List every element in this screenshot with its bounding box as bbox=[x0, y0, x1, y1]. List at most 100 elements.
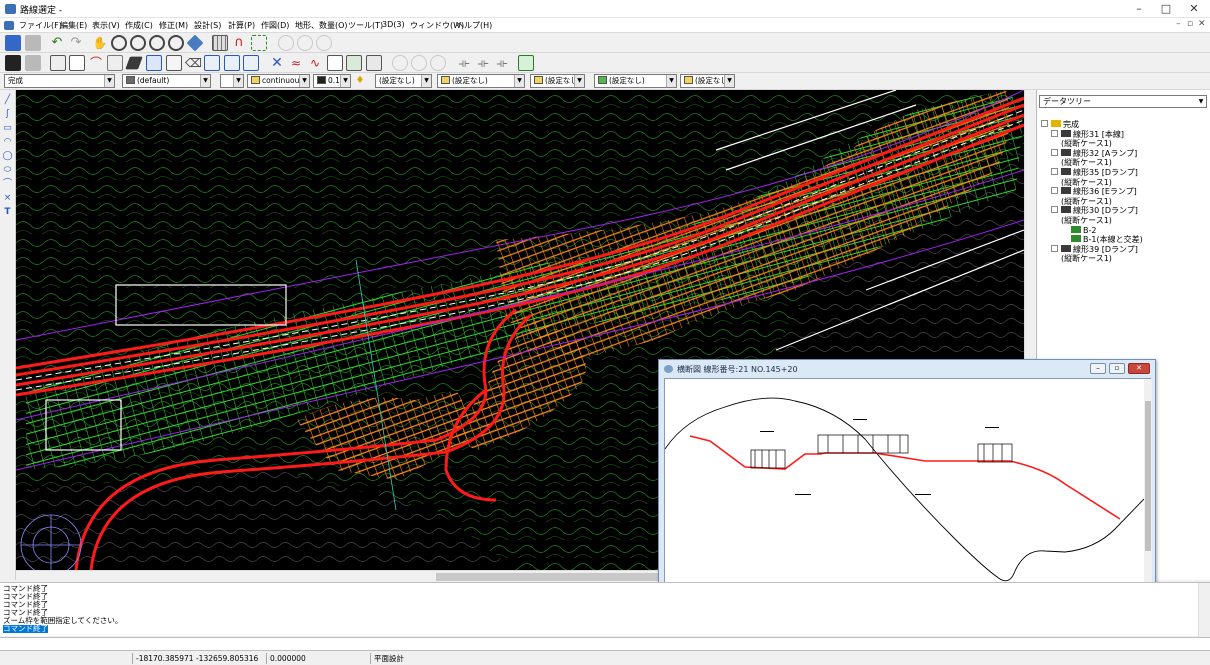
select-window-icon[interactable] bbox=[251, 35, 267, 51]
map-icon[interactable] bbox=[346, 55, 362, 71]
tree-node[interactable]: 線形30 [Dランプ] bbox=[1051, 206, 1138, 216]
collapse-icon[interactable] bbox=[1051, 206, 1058, 214]
tree-node[interactable]: (縦断ケース1) bbox=[1061, 216, 1112, 226]
expand-icon[interactable] bbox=[1051, 244, 1058, 252]
point-tool-icon[interactable]: × bbox=[2, 193, 13, 204]
cross-section-vscroll-thumb[interactable] bbox=[1145, 401, 1151, 551]
tree-node[interactable]: (縦断ケース1) bbox=[1061, 139, 1112, 149]
table-icon[interactable] bbox=[69, 55, 85, 71]
panel-mode-select[interactable]: データツリー ▼ bbox=[1039, 95, 1207, 108]
setting-5-select[interactable]: (設定なし) ▼ bbox=[680, 74, 735, 88]
mdi-doc-icon[interactable] bbox=[4, 21, 14, 30]
frame-icon[interactable] bbox=[327, 55, 343, 71]
tree-node[interactable]: 線形36 [Eランプ] bbox=[1051, 187, 1137, 197]
expand-icon[interactable] bbox=[1051, 187, 1058, 195]
menu-3d[interactable]: 3D(3) bbox=[382, 20, 405, 29]
command-input[interactable] bbox=[0, 637, 1210, 651]
tree-node[interactable]: (縦断ケース1) bbox=[1061, 254, 1112, 264]
mdi-close-button[interactable]: ✕ bbox=[1198, 19, 1206, 29]
window-1-icon[interactable] bbox=[146, 55, 162, 71]
tree-node[interactable]: B-1(本線と交差) bbox=[1071, 235, 1143, 245]
plan-hscroll-thumb[interactable] bbox=[436, 573, 676, 581]
menu-terrain[interactable]: 地形、数量(O) bbox=[295, 20, 348, 31]
cross-section-restore-button[interactable]: ▫ bbox=[1109, 363, 1125, 374]
zoom-out-icon[interactable] bbox=[130, 35, 146, 51]
curve-tool-icon[interactable]: ⌒ bbox=[2, 179, 13, 190]
tree-node[interactable]: 線形35 [Dランプ] bbox=[1051, 168, 1138, 178]
window-2-icon[interactable] bbox=[204, 55, 220, 71]
setting-3-select[interactable]: (設定なし) ▼ bbox=[530, 74, 585, 88]
menu-tools[interactable]: ツール(T) bbox=[348, 20, 383, 31]
zoom-in-icon[interactable] bbox=[111, 35, 127, 51]
style-select[interactable]: (default) ▼ bbox=[122, 74, 211, 88]
menu-help[interactable]: ヘルプ(H) bbox=[456, 20, 492, 31]
tree-node[interactable]: 完成 bbox=[1041, 120, 1079, 130]
tool-b-icon[interactable]: ⟛ bbox=[475, 55, 491, 71]
curve-icon[interactable]: ⌒ bbox=[88, 55, 104, 71]
arc-tool-icon[interactable]: ◠ bbox=[2, 137, 13, 148]
minimize-button[interactable]: – bbox=[1125, 0, 1153, 18]
spline-icon[interactable]: ∿ bbox=[307, 55, 323, 71]
menu-calc[interactable]: 計算(P) bbox=[228, 20, 255, 31]
setting-4-select[interactable]: (設定なし) ▼ bbox=[594, 74, 677, 88]
tool-a-icon[interactable]: ⟛ bbox=[456, 55, 472, 71]
menu-design[interactable]: 設計(S) bbox=[194, 20, 221, 31]
terrain-icon[interactable] bbox=[518, 55, 534, 71]
close-button[interactable]: ✕ bbox=[1180, 0, 1208, 18]
print-icon[interactable] bbox=[25, 35, 41, 51]
cross-section-minimize-button[interactable]: – bbox=[1090, 363, 1106, 374]
rotate-view-icon[interactable] bbox=[186, 34, 204, 52]
setting-1-select[interactable]: (設定なし) ▼ bbox=[375, 74, 432, 88]
window-3-icon[interactable] bbox=[224, 55, 240, 71]
command-history-scrollbar[interactable] bbox=[1198, 583, 1210, 637]
layer-select[interactable]: 完成 ▼ bbox=[4, 74, 115, 88]
zoom-all-icon[interactable] bbox=[168, 35, 184, 51]
menu-draw[interactable]: 作図(D) bbox=[261, 20, 289, 31]
polyline-tool-icon[interactable]: ʃ bbox=[2, 109, 13, 120]
ellipse-tool-icon[interactable]: ⬭ bbox=[2, 165, 13, 176]
expand-icon[interactable] bbox=[1051, 168, 1058, 175]
window-4-icon[interactable] bbox=[243, 55, 259, 71]
eraser-icon[interactable]: ⌫ bbox=[185, 55, 202, 71]
mdi-minimize-button[interactable]: – bbox=[1176, 19, 1181, 29]
menu-modify[interactable]: 修正(M) bbox=[159, 20, 188, 31]
tree-node[interactable]: (縦断ケース1) bbox=[1061, 158, 1112, 168]
color-select[interactable]: ▼ bbox=[220, 74, 244, 88]
sheet-icon[interactable] bbox=[166, 55, 182, 71]
lineweight-select[interactable]: 0.13 ▼ bbox=[313, 74, 351, 88]
snap-magnet-icon[interactable]: ∩ bbox=[231, 35, 247, 51]
pan-icon[interactable]: ✋ bbox=[92, 35, 108, 51]
expand-icon[interactable] bbox=[1051, 129, 1058, 137]
block-icon[interactable] bbox=[25, 55, 41, 71]
cross-section-canvas[interactable] bbox=[664, 378, 1152, 591]
line-tool-icon[interactable]: ╱ bbox=[2, 95, 13, 106]
cross-section-vertical-scrollbar[interactable] bbox=[1144, 379, 1152, 591]
save-icon[interactable] bbox=[5, 35, 21, 51]
rectangle-tool-icon[interactable]: ▭ bbox=[2, 123, 13, 134]
layout-icon[interactable] bbox=[366, 55, 382, 71]
menu-file[interactable]: ファイル(F) bbox=[19, 20, 62, 31]
linetype-select[interactable]: continuous ▼ bbox=[247, 74, 310, 88]
setting-2-select[interactable]: (設定なし) ▼ bbox=[437, 74, 525, 88]
undo-icon[interactable]: ↶ bbox=[49, 35, 65, 51]
grid-icon[interactable] bbox=[212, 35, 228, 51]
circle-tool-icon[interactable]: ◯ bbox=[2, 151, 13, 162]
offset-icon[interactable]: ≈ bbox=[288, 55, 304, 71]
intersect-icon[interactable]: ✕ bbox=[269, 55, 285, 71]
menu-edit[interactable]: 編集(E) bbox=[60, 20, 87, 31]
menu-create[interactable]: 作成(C) bbox=[125, 20, 153, 31]
mdi-restore-button[interactable]: ▫ bbox=[1187, 19, 1193, 29]
collapse-icon[interactable] bbox=[1041, 120, 1048, 127]
lightbulb-icon[interactable]: ♦ bbox=[354, 74, 366, 88]
tool-c-icon[interactable]: ⟛ bbox=[494, 55, 510, 71]
text-tool-icon[interactable]: T bbox=[2, 207, 13, 218]
maximize-button[interactable]: □ bbox=[1152, 0, 1180, 18]
calculator-icon[interactable] bbox=[50, 55, 66, 71]
menu-view[interactable]: 表示(V) bbox=[92, 20, 120, 31]
expand-icon[interactable] bbox=[1051, 148, 1058, 156]
cross-section-close-button[interactable]: ✕ bbox=[1128, 363, 1150, 374]
zoom-window-icon[interactable] bbox=[149, 35, 165, 51]
profile-icon[interactable] bbox=[107, 55, 123, 71]
redo-icon[interactable]: ↷ bbox=[68, 35, 84, 51]
command-icon[interactable] bbox=[5, 55, 21, 71]
